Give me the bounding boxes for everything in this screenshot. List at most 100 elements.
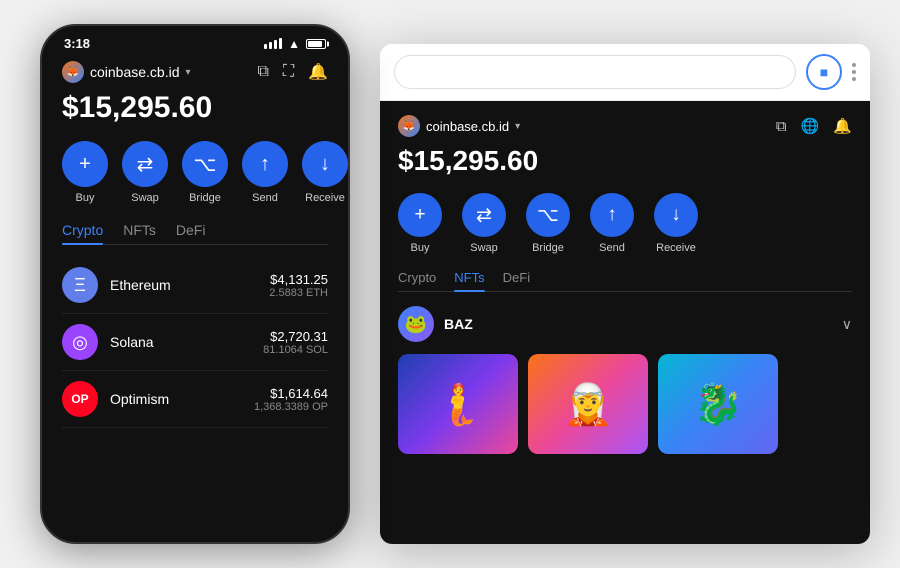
tab-nfts[interactable]: NFTs [123,222,156,244]
browser-balance: $15,295.60 [398,145,852,177]
send-circle[interactable]: ↑ [242,141,288,187]
buy-label: Buy [76,192,95,204]
tab-defi[interactable]: DeFi [176,222,206,244]
chevron-down-icon: ▾ [186,67,191,78]
stop-button[interactable]: ■ [806,54,842,90]
asset-right: $1,614.64 1,368.3389 OP [254,386,328,413]
browser-tab-nfts[interactable]: NFTs [454,270,484,291]
table-row[interactable]: OP Optimism $1,614.64 1,368.3389 OP [62,371,328,428]
asset-left: ◎ Solana [62,324,154,360]
browser-avatar: 🦊 [398,115,420,137]
receive-button[interactable]: ↓ Receive [302,141,348,204]
avatar-emoji: 🦊 [67,67,79,78]
asset-name: Ethereum [110,277,171,293]
swap-button[interactable]: ⇄ Swap [122,141,168,204]
balance-display: $15,295.60 [62,91,328,125]
more-options-icon[interactable] [852,63,856,81]
bridge-button[interactable]: ⌥ Bridge [182,141,228,204]
browser-receive-circle[interactable]: ↓ [654,193,698,237]
browser-account-id[interactable]: 🦊 coinbase.cb.id ▾ [398,115,520,137]
browser-bell-icon[interactable]: 🔔 [833,117,852,135]
browser-buy-label: Buy [411,242,430,254]
buy-circle[interactable]: + [62,141,108,187]
browser-swap-circle[interactable]: ⇄ [462,193,506,237]
asset-value: $4,131.25 [269,272,328,287]
asset-amount: 81.1064 SOL [263,344,328,356]
browser-toolbar: ■ [380,44,870,101]
account-id[interactable]: 🦊 coinbase.cb.id ▾ [62,61,191,83]
bell-icon[interactable]: 🔔 [308,62,328,82]
nft-image-1: 🧜 [398,354,518,454]
browser-buy-circle[interactable]: + [398,193,442,237]
asset-right: $4,131.25 2.5883 ETH [269,272,328,299]
status-bar: 3:18 ▲ [42,26,348,55]
asset-value: $1,614.64 [254,386,328,401]
nft-collection-name: BAZ [444,316,473,332]
browser-send-circle[interactable]: ↑ [590,193,634,237]
table-row[interactable]: Ξ Ethereum $4,131.25 2.5883 ETH [62,257,328,314]
signal-icon [264,38,282,49]
solana-icon: ◎ [62,324,98,360]
asset-amount: 2.5883 ETH [269,287,328,299]
account-label: coinbase.cb.id [90,64,180,80]
browser-swap-label: Swap [470,242,498,254]
wifi-icon: ▲ [288,37,300,51]
nft-thumbnail[interactable]: 🧝 [528,354,648,454]
browser-window: ■ 🦊 coinbase.cb.id ▾ ⧉ 🌐 🔔 $15,295.60 [380,44,870,544]
asset-name: Solana [110,334,154,350]
asset-right: $2,720.31 81.1064 SOL [263,329,328,356]
bridge-circle[interactable]: ⌥ [182,141,228,187]
browser-account-row: 🦊 coinbase.cb.id ▾ ⧉ 🌐 🔔 [398,115,852,137]
nft-thumbnails: 🧜 🧝 🐉 [398,354,852,454]
send-button[interactable]: ↑ Send [242,141,288,204]
expand-icon[interactable]: ⛶ [283,63,294,81]
url-bar[interactable] [394,55,796,89]
browser-account-label: coinbase.cb.id [426,119,509,134]
nft-thumbnail[interactable]: 🧜 [398,354,518,454]
table-row[interactable]: ◎ Solana $2,720.31 81.1064 SOL [62,314,328,371]
swap-circle[interactable]: ⇄ [122,141,168,187]
browser-bridge-circle[interactable]: ⌥ [526,193,570,237]
optimism-icon: OP [62,381,98,417]
browser-tabs-row: Crypto NFTs DeFi [398,270,852,292]
nft-collection-row: 🐸 BAZ ∨ [398,306,852,342]
browser-bridge-label: Bridge [532,242,564,254]
account-row: 🦊 coinbase.cb.id ▾ ⧉ ⛶ 🔔 [62,61,328,83]
status-icons: ▲ [264,37,326,51]
browser-buy-button[interactable]: + Buy [398,193,442,254]
nft-collection-avatar: 🐸 [398,306,434,342]
asset-value: $2,720.31 [263,329,328,344]
ethereum-icon: Ξ [62,267,98,303]
header-icons: ⧉ ⛶ 🔔 [257,62,328,82]
copy-icon[interactable]: ⧉ [257,63,268,81]
browser-content: 🦊 coinbase.cb.id ▾ ⧉ 🌐 🔔 $15,295.60 + Bu… [380,101,870,544]
send-label: Send [252,192,278,204]
browser-receive-button[interactable]: ↓ Receive [654,193,698,254]
scene: 3:18 ▲ 🦊 coinbase.cb.id ▾ ⧉ [20,14,880,554]
nft-thumbnail[interactable]: 🐉 [658,354,778,454]
asset-list: Ξ Ethereum $4,131.25 2.5883 ETH ◎ Solana… [62,257,328,428]
nft-image-3: 🐉 [658,354,778,454]
nft-collection-left: 🐸 BAZ [398,306,473,342]
battery-icon [306,39,326,49]
buy-button[interactable]: + Buy [62,141,108,204]
avatar: 🦊 [62,61,84,83]
browser-swap-button[interactable]: ⇄ Swap [462,193,506,254]
browser-tab-crypto[interactable]: Crypto [398,270,436,291]
browser-copy-icon[interactable]: ⧉ [776,118,787,135]
mobile-phone: 3:18 ▲ 🦊 coinbase.cb.id ▾ ⧉ [40,24,350,544]
asset-amount: 1,368.3389 OP [254,401,328,413]
browser-receive-label: Receive [656,242,696,254]
nft-image-2: 🧝 [528,354,648,454]
asset-left: OP Optimism [62,381,169,417]
tab-crypto[interactable]: Crypto [62,222,103,244]
browser-send-button[interactable]: ↑ Send [590,193,634,254]
receive-circle[interactable]: ↓ [302,141,348,187]
browser-tab-defi[interactable]: DeFi [503,270,530,291]
browser-globe-icon[interactable]: 🌐 [801,117,820,135]
status-time: 3:18 [64,36,90,51]
browser-bridge-button[interactable]: ⌥ Bridge [526,193,570,254]
browser-action-buttons: + Buy ⇄ Swap ⌥ Bridge ↑ Send ↓ Receive [398,193,852,254]
receive-label: Receive [305,192,345,204]
nft-expand-icon[interactable]: ∨ [842,316,852,333]
